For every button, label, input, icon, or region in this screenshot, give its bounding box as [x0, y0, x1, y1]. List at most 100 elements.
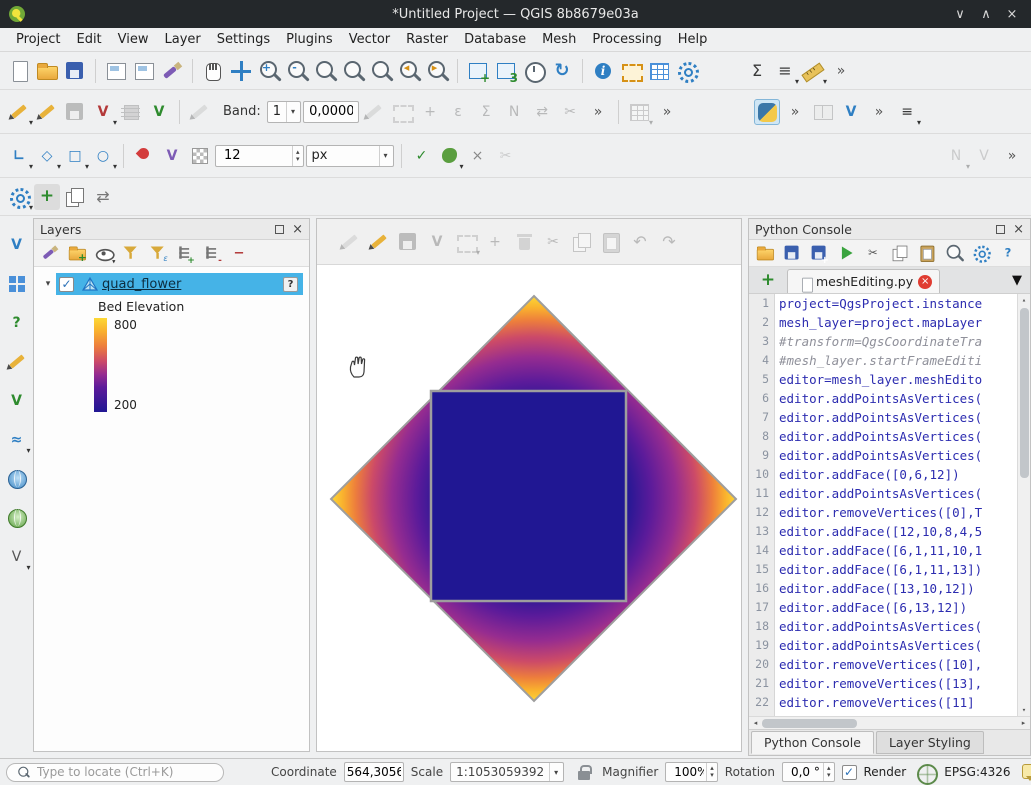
zoom-full-extent-icon[interactable] [312, 58, 338, 84]
mesh-vertex-tool-icon[interactable]: V [424, 229, 450, 255]
unit-select[interactable]: px ▾ [306, 145, 394, 167]
float-panel-button[interactable] [275, 225, 284, 234]
extension-5-icon[interactable]: » [999, 143, 1025, 169]
toggle-mesh-editing-icon[interactable] [366, 229, 392, 255]
menu-view[interactable]: View [110, 29, 157, 50]
expander-icon[interactable]: ▾ [40, 279, 56, 289]
refresh-map-icon[interactable]: ↻ [549, 58, 575, 84]
editor-hscrollbar[interactable]: ◂ ▸ [749, 716, 1030, 729]
dock-tab-layer-styling[interactable]: Layer Styling [876, 731, 984, 754]
editor-tab-list-icon[interactable]: ▼ [1006, 273, 1028, 288]
menu-edit[interactable]: Edit [68, 29, 109, 50]
vscroll-thumb[interactable] [1020, 308, 1029, 478]
add-feature-icon[interactable]: V [146, 99, 172, 125]
zoom-next-icon[interactable]: ▸ [424, 58, 450, 84]
vertex-editor-icon[interactable]: V [838, 99, 864, 125]
chevron-down-icon[interactable]: ▾ [549, 763, 558, 781]
toolbar-extension-icon[interactable]: » [828, 58, 854, 84]
filter-expression-icon[interactable]: ε [147, 242, 168, 263]
digitize-polygon-icon[interactable]: ◇▾ [34, 143, 60, 169]
label-check-icon[interactable]: ✓ [409, 143, 435, 169]
coordinate-input[interactable] [344, 762, 404, 782]
vertex-check-icon[interactable]: V [4, 232, 30, 258]
locate-input[interactable] [35, 764, 219, 780]
spin-down-icon[interactable]: ▾ [827, 772, 831, 779]
mesh-split-icon[interactable]: ✂ [557, 99, 583, 125]
code-editor[interactable]: 1project=QgsProject.instance2mesh_layer=… [749, 294, 1030, 716]
size-input[interactable] [222, 147, 292, 164]
save-as-script-icon[interactable]: + [808, 242, 829, 263]
maximize-window-button[interactable]: ∧ [973, 7, 999, 22]
menu-vector[interactable]: Vector [341, 29, 398, 50]
menu-project[interactable]: Project [8, 29, 68, 50]
new-print-layout-icon[interactable] [103, 58, 129, 84]
mesh-transform-icon[interactable]: + [417, 99, 443, 125]
new-editor-tab-icon[interactable]: + [755, 267, 781, 293]
cut-label-icon[interactable]: ✂ [493, 143, 519, 169]
scale-select[interactable]: 1:1053059392 ▾ [450, 762, 564, 782]
scroll-left-icon[interactable]: ◂ [749, 719, 762, 727]
console-help-icon[interactable]: ? [997, 242, 1018, 263]
mesh-digitizing-icon[interactable] [337, 229, 363, 255]
locate-search[interactable] [6, 763, 224, 782]
select-mesh-elements-icon[interactable]: ▾ [453, 229, 479, 255]
float-panel-button[interactable] [996, 225, 1005, 234]
mesh-flip-icon[interactable]: ⇄ [529, 99, 555, 125]
copy-mesh-icon[interactable] [569, 229, 595, 255]
menu-plugins[interactable]: Plugins [278, 29, 341, 50]
size-spinbox[interactable]: ▴ ▾ [215, 145, 304, 167]
find-text-icon[interactable] [943, 242, 964, 263]
save-mesh-edits-icon[interactable] [395, 229, 421, 255]
transform-vertices-icon[interactable]: + [482, 229, 508, 255]
chevron-down-icon[interactable]: ▾ [379, 146, 388, 166]
new-3d-map-view-icon[interactable]: 3 [493, 58, 519, 84]
layer-indicator-badge[interactable]: ? [283, 277, 298, 292]
open-project-icon[interactable] [34, 58, 60, 84]
map-canvas[interactable] [317, 265, 741, 751]
mesh-calc-icon[interactable]: N▾ [943, 143, 969, 169]
paste-mesh-icon[interactable] [598, 229, 624, 255]
menu-raster[interactable]: Raster [398, 29, 456, 50]
layer-checkbox[interactable]: ✓ [59, 277, 74, 292]
digitize-slope-icon[interactable] [187, 99, 213, 125]
add-group-icon[interactable]: + [66, 242, 87, 263]
spin-down-icon[interactable]: ▾ [710, 772, 714, 779]
close-panel-button[interactable]: × [292, 223, 303, 236]
filter-legend-icon[interactable] [120, 242, 141, 263]
annotation-vertex-icon[interactable]: V [159, 143, 185, 169]
rotation-input[interactable] [789, 764, 823, 780]
edit-menu-icon[interactable]: ≡▾ [894, 99, 920, 125]
layout-manager-icon[interactable] [131, 58, 157, 84]
spin-down-icon[interactable]: ▾ [296, 156, 300, 163]
raster-table-icon[interactable]: ▾ [626, 99, 652, 125]
extension-4-icon[interactable]: » [866, 99, 892, 125]
zoom-last-icon[interactable]: ◂ [396, 58, 422, 84]
rotation-spinbox[interactable]: ▴ ▾ [782, 762, 835, 782]
collapse-all-icon[interactable]: - [201, 242, 222, 263]
extension-1-icon[interactable]: » [585, 99, 611, 125]
open-script-icon[interactable] [754, 242, 775, 263]
layer-selection-row[interactable]: ✓ quad_flower ? [56, 273, 303, 295]
digitize-rectangle-icon[interactable]: □▾ [62, 143, 88, 169]
open-layer-styling-icon[interactable] [39, 242, 60, 263]
lock-scale-icon[interactable] [571, 760, 595, 784]
processing-toolbox-icon[interactable] [674, 58, 700, 84]
green-globe-icon[interactable] [4, 505, 30, 531]
cad-tools-icon[interactable] [118, 99, 144, 125]
menu-mesh[interactable]: Mesh [534, 29, 584, 50]
move-label-icon[interactable]: ▾ [437, 143, 463, 169]
manage-themes-icon[interactable]: ▾ [93, 242, 114, 263]
settings-gear-icon[interactable]: ▾ [6, 184, 32, 210]
editor-vscrollbar[interactable]: ▴ ▾ [1017, 294, 1030, 716]
zoom-in-icon[interactable]: + [256, 58, 282, 84]
chevron-down-icon[interactable]: ▾ [286, 102, 295, 122]
render-checkbox[interactable]: ✓ [842, 765, 857, 780]
open-attribute-table-icon[interactable] [646, 58, 672, 84]
web-globe-icon[interactable] [4, 466, 30, 492]
mesh-sigma-icon[interactable]: Σ [473, 99, 499, 125]
band-select[interactable]: 1 ▾ [267, 101, 301, 123]
hook-icon[interactable]: ? [4, 310, 30, 336]
expand-all-icon[interactable]: + [174, 242, 195, 263]
vector-extra-icon[interactable]: V▾ [4, 544, 30, 570]
flow-map-icon[interactable]: ≈▾ [4, 427, 30, 453]
